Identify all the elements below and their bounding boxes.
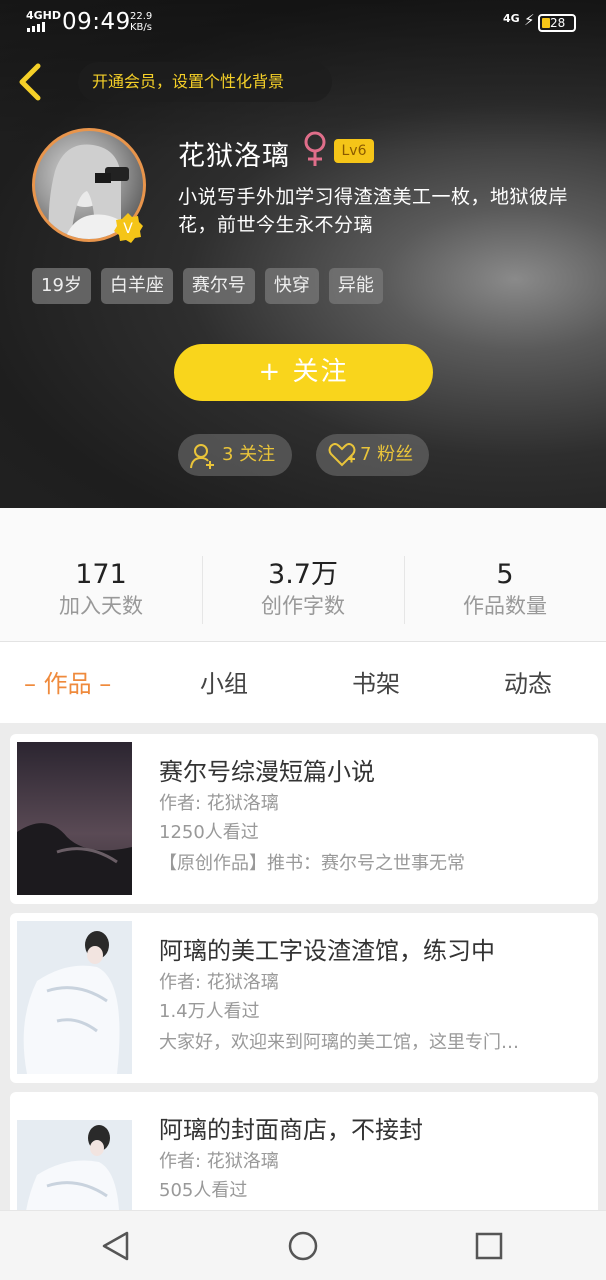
follow-button[interactable]: + 关注 — [174, 344, 433, 401]
clock: 09:49 — [62, 9, 131, 35]
tag: 赛尔号 — [182, 268, 255, 304]
stat-label: 创作字数 — [261, 594, 345, 618]
stat-join-days: 171 加入天数 — [0, 558, 202, 620]
speed-value: 22.9 — [130, 11, 153, 22]
work-title: 阿璃的美工字设渣渣馆，练习中 — [159, 937, 495, 965]
profile-header: 4GHD 09:49 22.9 KB/s 4G ⚡ 28 开通会员，设置个性化背… — [0, 0, 606, 508]
home-nav-icon[interactable] — [287, 1230, 319, 1262]
work-author: 作者: 花狱洛璃 — [159, 1151, 279, 1172]
tag: 白羊座 — [100, 268, 173, 304]
back-nav-icon[interactable] — [100, 1230, 132, 1262]
stat-label: 作品数量 — [463, 594, 547, 618]
work-views: 505人看过 — [159, 1180, 248, 1201]
stat-value: 3.7万 — [268, 559, 338, 590]
svg-text:V: V — [123, 221, 133, 237]
user-add-icon — [190, 444, 214, 469]
status-bar: 4GHD 09:49 22.9 KB/s 4G ⚡ 28 — [0, 0, 606, 46]
stats-row: 171 加入天数 3.7万 创作字数 5 作品数量 — [0, 508, 606, 642]
network-type-right: 4G — [503, 12, 520, 25]
work-views: 1250人看过 — [159, 822, 259, 843]
stat-word-count: 3.7万 创作字数 — [202, 558, 404, 620]
tab-activity[interactable]: 动态 — [504, 668, 552, 700]
work-card[interactable]: 赛尔号综漫短篇小说 作者: 花狱洛璃 1250人看过 【原创作品】推书：赛尔号之… — [10, 734, 598, 904]
bio: 小说写手外加学习得渣渣美工一枚，地狱彼岸花，前世今生永不分璃 — [178, 186, 569, 236]
stat-works-count: 5 作品数量 — [404, 558, 606, 620]
speed-unit: KB/s — [130, 22, 152, 33]
work-cover-image — [17, 1120, 132, 1210]
following-count-button[interactable]: 3 关注 — [178, 434, 292, 476]
back-button[interactable] — [14, 62, 50, 102]
stat-value: 171 — [75, 559, 127, 590]
work-cover-image — [17, 742, 132, 895]
female-icon — [304, 131, 326, 166]
battery-icon: 28 — [538, 14, 576, 32]
following-count: 3 关注 — [222, 444, 276, 465]
fans-count: 7 粉丝 — [360, 444, 414, 465]
work-description: 大家好，欢迎来到阿璃的美工馆，这里专门… — [159, 1032, 519, 1053]
tab-bookshelf[interactable]: 书架 — [352, 668, 400, 700]
work-card[interactable]: 阿璃的封面商店，不接封 作者: 花狱洛璃 505人看过 — [10, 1092, 598, 1210]
network-type: 4GHD — [26, 9, 62, 22]
stat-value: 5 — [496, 559, 514, 590]
work-views: 1.4万人看过 — [159, 1001, 260, 1022]
tag: 19岁 — [32, 268, 91, 304]
level-badge: Lv6 — [334, 139, 374, 163]
work-card[interactable]: 阿璃的美工字设渣渣馆，练习中 作者: 花狱洛璃 1.4万人看过 大家好，欢迎来到… — [10, 913, 598, 1083]
tag: 异能 — [328, 268, 383, 304]
work-author: 作者: 花狱洛璃 — [159, 972, 279, 993]
work-author: 作者: 花狱洛璃 — [159, 793, 279, 814]
heart-icon — [328, 443, 356, 467]
stat-label: 加入天数 — [59, 594, 143, 618]
tab-groups[interactable]: 小组 — [200, 668, 248, 700]
system-nav-bar — [0, 1210, 606, 1280]
battery-level: 28 — [550, 16, 566, 30]
works-list: 赛尔号综漫短篇小说 作者: 花狱洛璃 1250人看过 【原创作品】推书：赛尔号之… — [0, 724, 606, 1210]
tag: 快穿 — [264, 268, 319, 304]
tab-works[interactable]: – 作品 – — [24, 668, 111, 700]
network-speed: 22.9 KB/s — [130, 11, 152, 33]
tag-list: 19岁 白羊座 赛尔号 快穿 异能 — [32, 268, 383, 304]
vip-banner[interactable]: 开通会员，设置个性化背景 — [78, 62, 332, 102]
charging-icon: ⚡ — [524, 11, 535, 29]
work-title: 赛尔号综漫短篇小说 — [159, 758, 375, 786]
fans-count-button[interactable]: 7 粉丝 — [316, 434, 429, 476]
chevron-left-icon — [19, 63, 41, 101]
work-description: 【原创作品】推书：赛尔号之世事无常 — [159, 853, 465, 874]
work-title: 阿璃的封面商店，不接封 — [159, 1116, 423, 1144]
nickname: 花狱洛璃 — [178, 141, 290, 172]
tab-bar: – 作品 – 小组 书架 动态 — [0, 642, 606, 724]
signal-icon — [27, 22, 45, 32]
verified-badge-icon: V — [112, 212, 144, 244]
recents-nav-icon[interactable] — [474, 1231, 504, 1261]
work-cover-image — [17, 921, 132, 1074]
